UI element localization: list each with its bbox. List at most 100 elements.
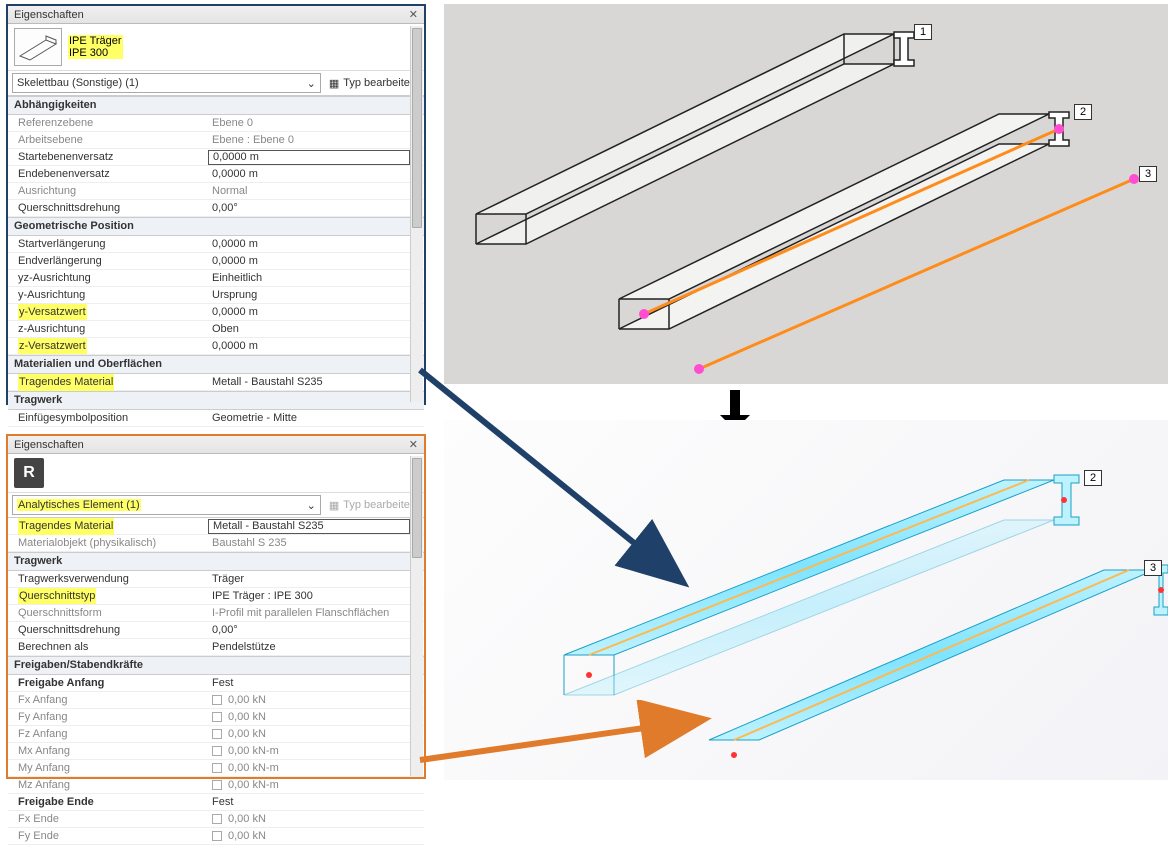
prop-row-arbeitsebene: Arbeitsebene Ebene : Ebene 0	[8, 132, 424, 149]
type-name: IPE Träger IPE 300	[68, 35, 123, 59]
scrollbar-thumb[interactable]	[412, 28, 422, 228]
section-header-tragwerk[interactable]: Tragwerk ⌃	[8, 552, 424, 571]
prop-row-yzausr[interactable]: yz-Ausrichtung Einheitlich	[8, 270, 424, 287]
prop-value[interactable]: 0,00 kN-m	[208, 760, 410, 776]
prop-row-zversatz[interactable]: z-Versatzwert 0,0000 m	[8, 338, 424, 355]
close-icon[interactable]: ✕	[409, 436, 418, 454]
element-filter-dropdown[interactable]: Analytisches Element (1) ⌄	[12, 495, 321, 515]
section-header-dependencies[interactable]: Abhängigkeiten ⌃	[8, 96, 424, 115]
element-filter-dropdown[interactable]: Skelettbau (Sonstige) (1) ⌄	[12, 73, 321, 93]
section-label: Freigaben/Stabendkräfte	[14, 659, 143, 672]
prop-value[interactable]: Pendelstütze	[208, 639, 410, 655]
prop-row-yausr[interactable]: y-Ausrichtung Ursprung	[8, 287, 424, 304]
viewport-3d-revit[interactable]: 1 2 3	[444, 4, 1168, 384]
prop-row-fxend[interactable]: Fx Ende 0,00 kN	[8, 811, 424, 828]
prop-label: Fy Ende	[8, 828, 208, 844]
prop-value[interactable]: 0,0000 m	[208, 253, 410, 269]
prop-row-fyanf[interactable]: Fy Anfang 0,00 kN	[8, 709, 424, 726]
prop-row-einsym[interactable]: Einfügesymbolposition Geometrie - Mitte	[8, 410, 424, 427]
prop-value[interactable]: 0,00°	[208, 622, 410, 638]
section-label: Tragwerk	[14, 394, 62, 407]
prop-row-tragmat[interactable]: Tragendes Material Metall - Baustahl S23…	[8, 518, 424, 535]
prop-value[interactable]: 0,0000 m	[208, 166, 410, 182]
prop-row-fzanf[interactable]: Fz Anfang 0,00 kN	[8, 726, 424, 743]
prop-value[interactable]: 0,00 kN	[208, 692, 410, 708]
scrollbar[interactable]	[410, 456, 423, 776]
prop-value[interactable]: Ursprung	[208, 287, 410, 303]
prop-value[interactable]: 0,0000 m	[208, 236, 410, 252]
properties-panel-analytical: Eigenschaften ✕ R Analytisches Element (…	[6, 434, 426, 779]
prop-label: Mz Anfang	[8, 777, 208, 793]
prop-value[interactable]: 0,00°	[208, 200, 410, 216]
prop-value[interactable]: Träger	[208, 571, 410, 587]
edit-type-icon: ▦	[329, 77, 339, 90]
edit-type-icon: ▦	[329, 499, 339, 512]
section-label: Materialien und Oberflächen	[14, 358, 162, 371]
prop-value[interactable]: 0,00 kN	[208, 828, 410, 844]
prop-value[interactable]: 0,00 kN-m	[208, 777, 410, 793]
prop-value[interactable]: 0,0000 m	[208, 338, 410, 354]
prop-label: Querschnittsform	[8, 605, 208, 621]
prop-row-endverl[interactable]: Endverlängerung 0,0000 m	[8, 253, 424, 270]
prop-label: Ausrichtung	[8, 183, 208, 199]
prop-row-endversatz[interactable]: Endebenenversatz 0,0000 m	[8, 166, 424, 183]
prop-value[interactable]: 0,00 kN	[208, 726, 410, 742]
section-header-freigaben[interactable]: Freigaben/Stabendkräfte ⌃	[8, 656, 424, 675]
prop-value[interactable]: Einheitlich	[208, 270, 410, 286]
prop-value: Ebene : Ebene 0	[208, 132, 410, 148]
prop-row-freiend[interactable]: Freigabe Ende Fest	[8, 794, 424, 811]
type-selector[interactable]: IPE Träger IPE 300	[8, 24, 424, 71]
prop-value[interactable]: Fest	[208, 675, 410, 691]
section-header-geopos[interactable]: Geometrische Position ⌃	[8, 217, 424, 236]
prop-row-refebene: Referenzebene Ebene 0	[8, 115, 424, 132]
prop-row-tragmat[interactable]: Tragendes Material Metall - Baustahl S23…	[8, 374, 424, 391]
prop-value[interactable]: Fest	[208, 794, 410, 810]
prop-row-querschnittsdrehung[interactable]: Querschnittsdrehung 0,00°	[8, 200, 424, 217]
scrollbar-thumb[interactable]	[412, 458, 422, 558]
prop-row-startverl[interactable]: Startverlängerung 0,0000 m	[8, 236, 424, 253]
prop-row-tragverw[interactable]: Tragwerksverwendung Träger	[8, 571, 424, 588]
prop-row-zausr[interactable]: z-Ausrichtung Oben	[8, 321, 424, 338]
prop-label: yz-Ausrichtung	[8, 270, 208, 286]
prop-label: Endverlängerung	[8, 253, 208, 269]
prop-label: y-Versatzwert	[8, 304, 208, 320]
prop-row-yversatz[interactable]: y-Versatzwert 0,0000 m	[8, 304, 424, 321]
prop-row-startversatz[interactable]: Startebenenversatz 0,0000 m	[8, 149, 424, 166]
prop-label: Endebenenversatz	[8, 166, 208, 182]
prop-value[interactable]: Metall - Baustahl S235	[208, 374, 410, 391]
prop-label: Einfügesymbolposition	[8, 410, 208, 426]
section-header-materials[interactable]: Materialien und Oberflächen ⌃	[8, 355, 424, 374]
prop-row-fyend[interactable]: Fy Ende 0,00 kN	[8, 828, 424, 845]
prop-row-freianf[interactable]: Freigabe Anfang Fest	[8, 675, 424, 692]
prop-value[interactable]: Oben	[208, 321, 410, 337]
scrollbar[interactable]	[410, 26, 423, 402]
viewport-3d-analysis[interactable]: 2 3	[444, 420, 1168, 780]
family-name: IPE Träger	[68, 35, 123, 47]
prop-value[interactable]: 0,00 kN	[208, 709, 410, 725]
prop-value-input[interactable]: 0,0000 m	[208, 150, 410, 165]
prop-label: Fx Ende	[8, 811, 208, 827]
prop-label: Fz Anfang	[8, 726, 208, 742]
prop-value[interactable]: 0,00 kN	[208, 811, 410, 827]
prop-value[interactable]: 0,0000 m	[208, 304, 410, 320]
prop-row-berech[interactable]: Berechnen als Pendelstütze	[8, 639, 424, 656]
prop-value[interactable]: 0,00 kN-m	[208, 743, 410, 759]
prop-value[interactable]: Geometrie - Mitte	[208, 410, 410, 426]
section-header-tragwerk[interactable]: Tragwerk ⌃	[8, 391, 424, 410]
prop-label: Arbeitsebene	[8, 132, 208, 148]
prop-row-myanf[interactable]: My Anfang 0,00 kN-m	[8, 760, 424, 777]
prop-value-input[interactable]: Metall - Baustahl S235	[208, 519, 410, 534]
prop-value[interactable]: IPE Träger : IPE 300	[208, 588, 410, 604]
prop-row-qdreh[interactable]: Querschnittsdrehung 0,00°	[8, 622, 424, 639]
prop-row-mxanf[interactable]: Mx Anfang 0,00 kN-m	[8, 743, 424, 760]
close-icon[interactable]: ✕	[409, 6, 418, 24]
edit-type-button: ▦ Typ bearbeiten	[325, 499, 420, 512]
type-selector[interactable]: R	[8, 454, 424, 493]
prop-row-qtyp[interactable]: Querschnittstyp IPE Träger : IPE 300	[8, 588, 424, 605]
prop-row-mzanf[interactable]: Mz Anfang 0,00 kN-m	[8, 777, 424, 794]
prop-row-fxanf[interactable]: Fx Anfang 0,00 kN	[8, 692, 424, 709]
edit-type-button[interactable]: ▦ Typ bearbeiten	[325, 77, 420, 90]
filter-label: Skelettbau (Sonstige) (1)	[17, 77, 139, 89]
prop-label: Mx Anfang	[8, 743, 208, 759]
type-name-label: IPE 300	[68, 47, 123, 59]
